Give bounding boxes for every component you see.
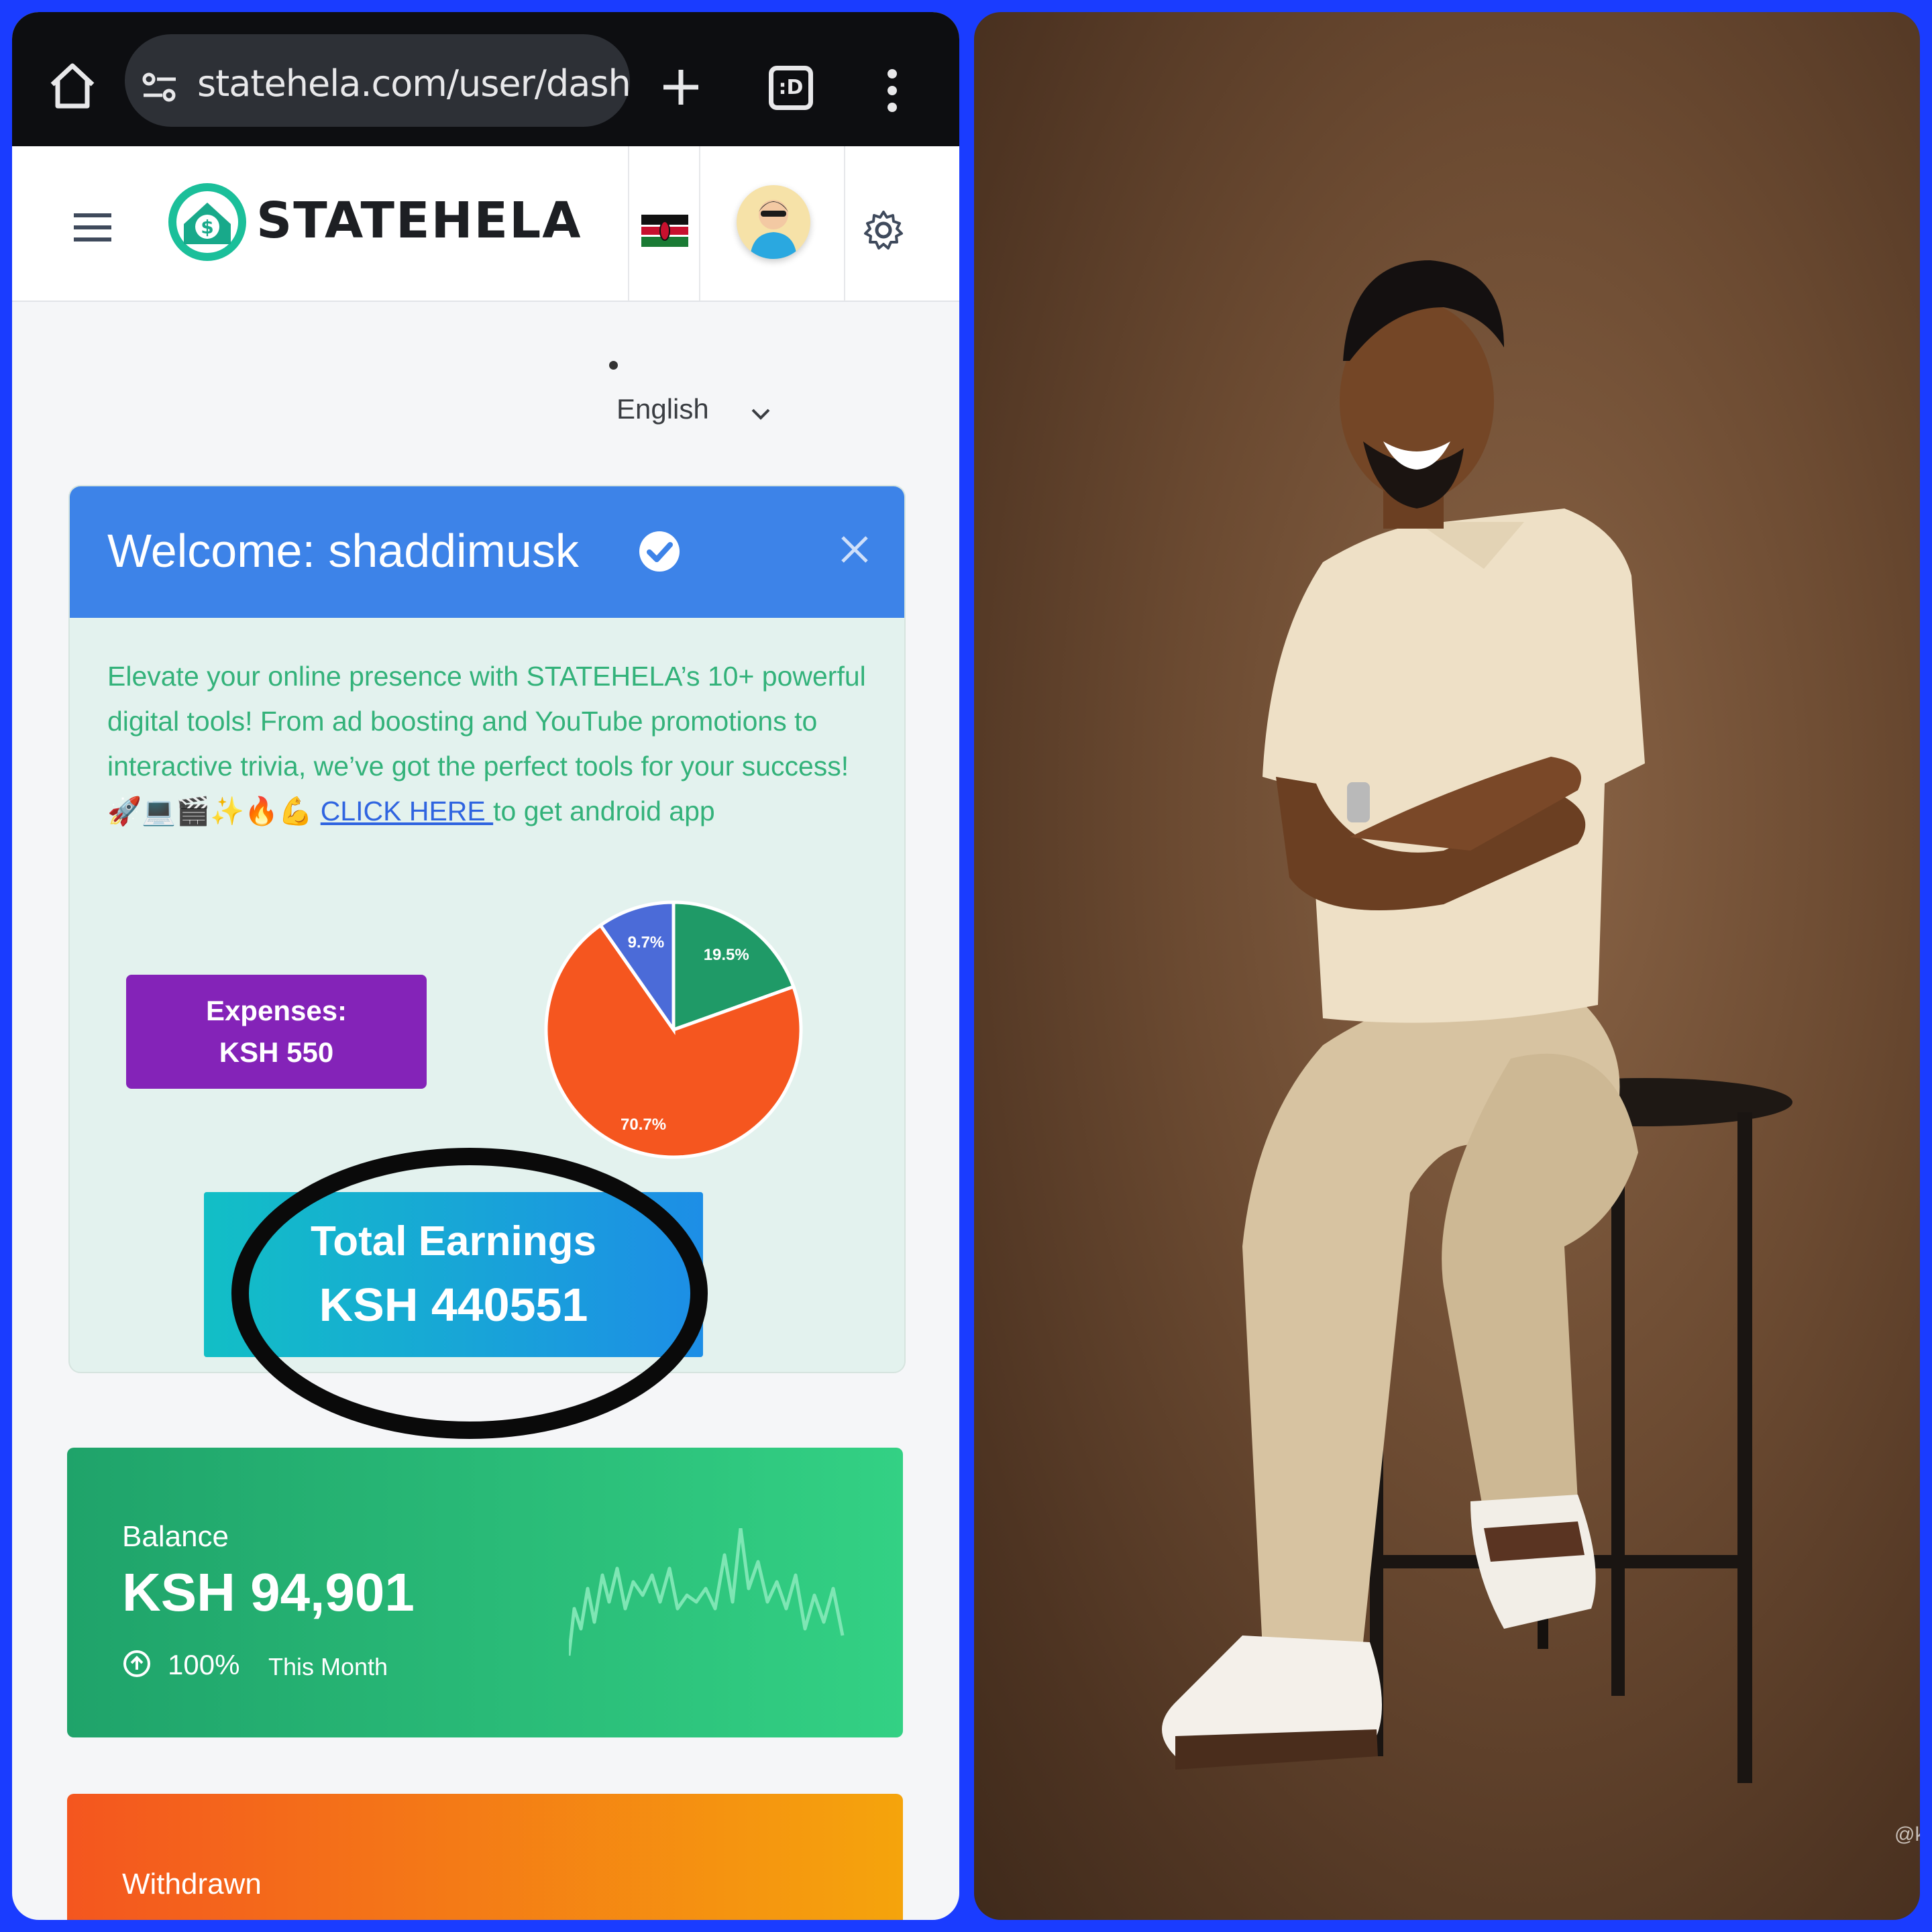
carousel-dot [609,361,618,370]
expenses-badge: Expenses: KSH 550 [126,975,427,1089]
expenses-label: Expenses: KSH 550 [205,995,347,1068]
language-select[interactable]: English [616,393,709,425]
balance-change: 100% [168,1649,240,1680]
home-icon[interactable] [46,59,99,113]
balance-period: This Month [268,1653,388,1680]
balance-value: KSH 94,901 [122,1562,415,1622]
android-app-link[interactable]: CLICK HERE [321,796,493,826]
balance-card: Balance KSH 94,901 100% This Month [67,1448,903,1737]
arrow-up-circle-icon [123,1650,150,1677]
welcome-title: Welcome: shaddimusk [107,525,579,577]
brand-name[interactable]: STATEHELA [256,192,582,250]
highlight-ellipse [231,1148,708,1439]
promo-tail: to get android app [493,796,715,826]
promo-text: Elevate your online presence with STATEH… [107,654,879,834]
verified-badge-icon [639,531,680,572]
portrait-illustration [1162,260,1792,1783]
pie-slice-label: 19.5% [704,946,749,964]
new-tab-plus-icon[interactable] [659,66,702,109]
url-text[interactable]: statehela.com/user/dash [197,62,631,105]
balance-label: Balance [122,1520,229,1553]
withdrawn-card: Withdrawn [67,1794,903,1920]
avatar[interactable] [737,185,810,259]
chevron-down-icon[interactable] [750,407,771,421]
hamburger-icon[interactable] [74,213,111,241]
pie-slice-label: 70.7% [621,1116,666,1134]
gear-icon[interactable] [863,209,904,251]
tab-switcher-button[interactable]: :D [769,66,813,110]
dashboard-screenshot: statehela.com/user/dash :D $ STATEHELA E… [12,12,959,1920]
header-divider [844,146,845,301]
kenya-flag-icon[interactable] [641,215,688,247]
header-divider [699,146,700,301]
head [1340,260,1504,529]
more-vert-icon[interactable] [884,67,900,114]
portrait-photo: @ke [974,12,1920,1920]
earnings-pie-chart: 19.5% 70.7% 9.7% [544,900,803,1159]
welcome-header: Welcome: shaddimusk [70,486,904,618]
header-divider [628,146,629,301]
logo-icon[interactable]: $ [165,180,250,264]
svg-text:$: $ [201,216,213,238]
pie-slice-label: 9.7% [628,934,665,952]
balance-sparkline [569,1528,845,1656]
polo-shirt [1263,508,1645,1023]
withdrawn-label: Withdrawn [122,1868,262,1900]
close-icon[interactable] [840,535,869,564]
tune-icon[interactable] [141,68,178,106]
photo-watermark: @ke [1894,1823,1920,1845]
